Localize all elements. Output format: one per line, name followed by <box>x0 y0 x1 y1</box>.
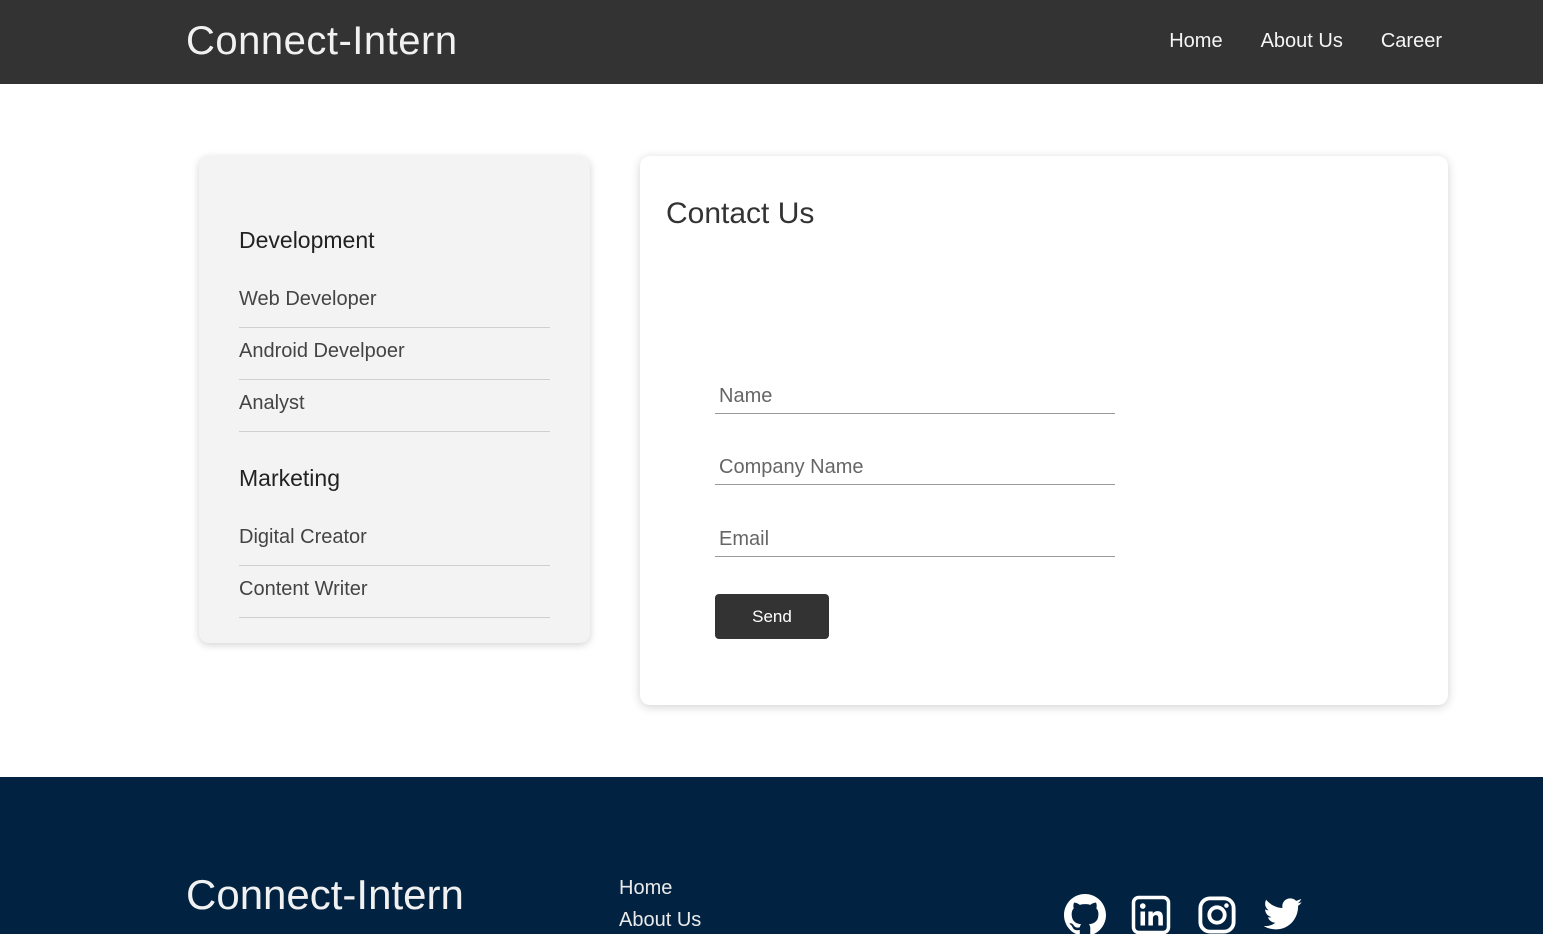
nav-home-link[interactable]: Home <box>1169 29 1222 53</box>
career-categories-card: Development Web Developer Android Develp… <box>199 156 590 643</box>
brand-logo[interactable]: Connect-Intern <box>186 18 458 64</box>
footer-links: Home About Us <box>619 872 701 936</box>
contact-form-card: Contact Us Send <box>640 156 1448 705</box>
name-input[interactable] <box>715 380 1115 414</box>
category-item-analyst[interactable]: Analyst <box>239 380 550 432</box>
footer-about-link[interactable]: About Us <box>619 904 701 936</box>
send-button[interactable]: Send <box>715 594 829 639</box>
nav-about-link[interactable]: About Us <box>1261 29 1343 53</box>
twitter-icon[interactable] <box>1262 894 1304 936</box>
group-title-development: Development <box>239 227 375 253</box>
nav-career-link[interactable]: Career <box>1381 29 1442 53</box>
contact-title: Contact Us <box>666 197 815 230</box>
category-item-web-developer[interactable]: Web Developer <box>239 280 550 328</box>
main-nav: Home About Us Career <box>1169 29 1442 53</box>
footer-home-link[interactable]: Home <box>619 872 701 904</box>
group-title-marketing: Marketing <box>239 465 340 491</box>
category-item-android-developer[interactable]: Android Develpoer <box>239 328 550 380</box>
social-links <box>1064 894 1304 936</box>
category-item-digital-creator[interactable]: Digital Creator <box>239 518 550 566</box>
linkedin-icon[interactable] <box>1130 894 1172 936</box>
company-name-input[interactable] <box>715 451 1115 485</box>
email-input[interactable] <box>715 523 1115 557</box>
github-icon[interactable] <box>1064 894 1106 936</box>
instagram-icon[interactable] <box>1196 894 1238 936</box>
footer-brand: Connect-Intern <box>186 871 464 918</box>
category-item-content-writer[interactable]: Content Writer <box>239 566 550 618</box>
career-categories-list: Development Web Developer Android Develp… <box>239 226 550 618</box>
top-navbar: Connect-Intern Home About Us Career <box>0 0 1543 84</box>
footer: Connect-Intern Home About Us <box>0 777 1543 936</box>
